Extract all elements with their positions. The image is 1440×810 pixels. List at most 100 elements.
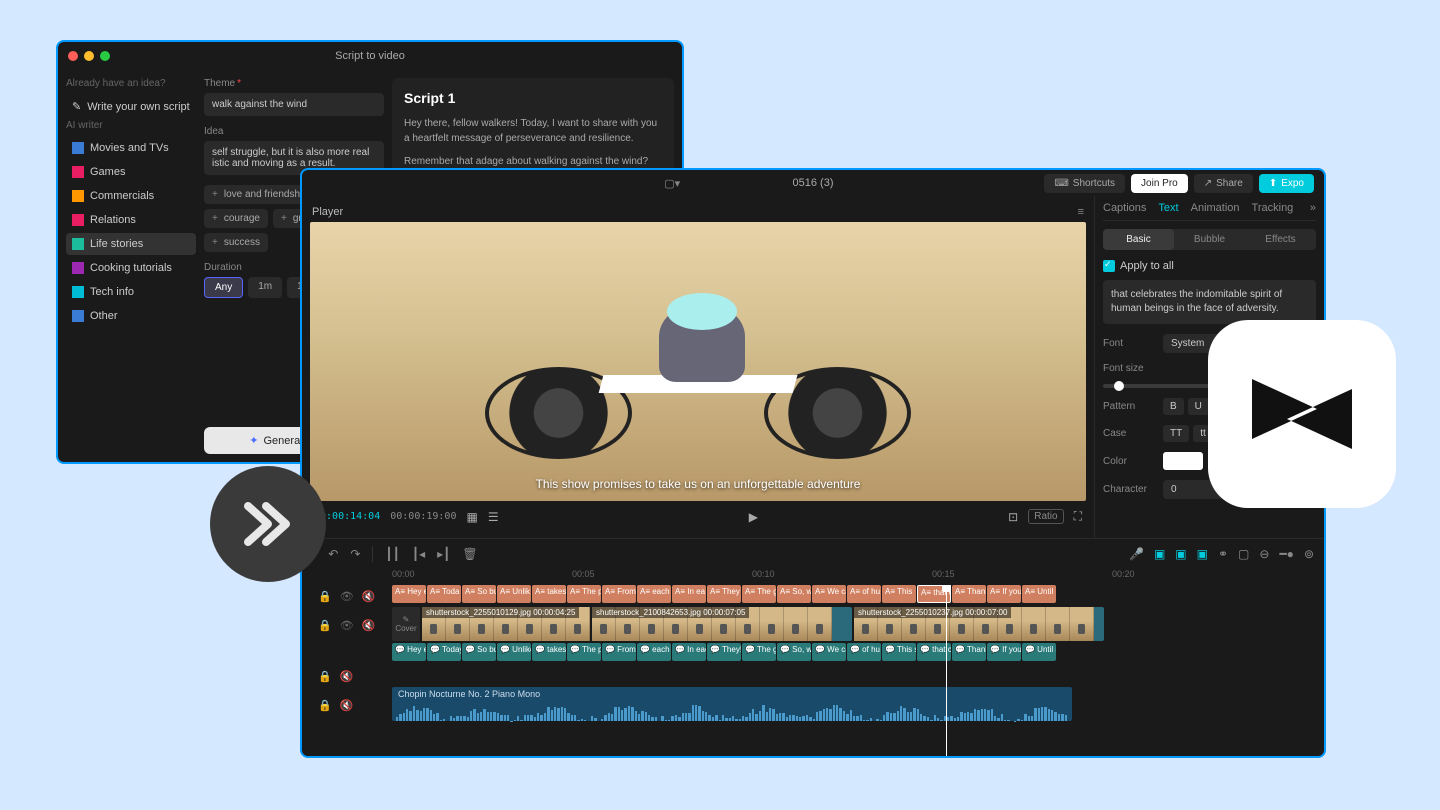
shortcuts-button[interactable]: Shortcuts: [1044, 174, 1125, 193]
audio-clip[interactable]: 💬 Today: [427, 643, 461, 661]
uppercase-button[interactable]: TT: [1163, 425, 1189, 442]
audio-clip[interactable]: 💬 From: [602, 643, 636, 661]
text-clip[interactable]: A≡ Toda: [427, 585, 461, 603]
text-clip[interactable]: A≡ In ea: [672, 585, 706, 603]
maximize-button[interactable]: [100, 51, 110, 61]
text-clip[interactable]: A≡ From: [602, 585, 636, 603]
mic-icon[interactable]: 🎤: [1129, 547, 1144, 561]
mute-icon[interactable]: 🔇: [340, 670, 354, 683]
undo-icon[interactable]: ↶: [328, 547, 338, 561]
apply-checkbox[interactable]: [1103, 260, 1115, 272]
sidebar-item-movies[interactable]: Movies and TVs: [66, 137, 196, 159]
lock-icon[interactable]: 🔒: [318, 670, 332, 683]
preview-icon[interactable]: ▢: [1238, 547, 1249, 561]
text-clip[interactable]: A≡ This: [882, 585, 916, 603]
zoom-out-icon[interactable]: ⊖: [1259, 547, 1269, 561]
audio-clip[interactable]: 💬 each: [637, 643, 671, 661]
aspect-icon[interactable]: ▢▾: [664, 177, 680, 190]
minimize-button[interactable]: [84, 51, 94, 61]
video-clip[interactable]: shutterstock_2255010129.jpg 00:00:04:25: [422, 607, 590, 641]
sidebar-item-commercials[interactable]: Commercials: [66, 185, 196, 207]
audio-clip[interactable]: 💬 Thank: [952, 643, 986, 661]
sidebar-item-relations[interactable]: Relations: [66, 209, 196, 231]
trim-left-icon[interactable]: ┃◂: [412, 547, 425, 561]
play-button[interactable]: ▶: [749, 510, 758, 524]
text-clip[interactable]: A≡ of hu: [847, 585, 881, 603]
link-icon[interactable]: ⚭: [1218, 547, 1228, 561]
apply-to-all[interactable]: Apply to all: [1103, 260, 1316, 272]
text-clip[interactable]: A≡ They: [707, 585, 741, 603]
close-button[interactable]: [68, 51, 78, 61]
tab-text[interactable]: Text: [1158, 202, 1178, 214]
lock-icon[interactable]: 🔒: [318, 699, 332, 712]
tab-animation[interactable]: Animation: [1191, 202, 1240, 214]
sidebar-item-life-stories[interactable]: Life stories: [66, 233, 196, 255]
redo-icon[interactable]: ↷: [350, 547, 360, 561]
list-icon[interactable]: ☰: [488, 510, 499, 524]
eye-icon[interactable]: 👁: [340, 590, 354, 603]
audio-clip[interactable]: 💬 If you: [987, 643, 1021, 661]
eye-icon[interactable]: 👁: [340, 619, 354, 632]
zoom-slider[interactable]: ━●: [1279, 547, 1293, 561]
sidebar-item-tech[interactable]: Tech info: [66, 281, 196, 303]
color-swatch[interactable]: [1163, 452, 1203, 470]
lock-icon[interactable]: 🔒: [318, 590, 332, 603]
write-own-script[interactable]: Write your own script: [66, 95, 196, 118]
text-clip[interactable]: A≡ takes: [532, 585, 566, 603]
video-clip[interactable]: shutterstock_2255010237.jpg 00:00:07:00: [854, 607, 1104, 641]
audio-clip[interactable]: 💬 We ca: [812, 643, 846, 661]
bold-button[interactable]: B: [1163, 398, 1184, 415]
dur-any[interactable]: Any: [204, 277, 243, 298]
text-clip[interactable]: A≡ Unlik: [497, 585, 531, 603]
video-preview[interactable]: This show promises to take us on an unfo…: [310, 222, 1086, 501]
text-clip[interactable]: A≡ The g: [742, 585, 776, 603]
sidebar-item-games[interactable]: Games: [66, 161, 196, 183]
tab-captions[interactable]: Captions: [1103, 202, 1146, 214]
audio-clip[interactable]: 💬 So bu: [462, 643, 496, 661]
text-clip[interactable]: A≡ If you: [987, 585, 1021, 603]
mute-icon[interactable]: 🔇: [340, 699, 354, 712]
audio-clip[interactable]: 💬 Until r: [1022, 643, 1056, 661]
subtab-basic[interactable]: Basic: [1103, 229, 1174, 250]
audio-clip[interactable]: 💬 of hu: [847, 643, 881, 661]
text-clip[interactable]: A≡ Thank: [952, 585, 986, 603]
lock-icon[interactable]: 🔒: [318, 619, 332, 632]
tag-success[interactable]: success: [204, 233, 268, 252]
settings-icon[interactable]: ⊚: [1304, 547, 1314, 561]
audio-clip[interactable]: 💬 The g: [742, 643, 776, 661]
text-clip[interactable]: A≡ So bu: [462, 585, 496, 603]
audio-clip[interactable]: 💬 Unlike: [497, 643, 531, 661]
tab-tracking[interactable]: Tracking: [1252, 202, 1294, 214]
snap-icon-1[interactable]: ▣: [1154, 547, 1165, 561]
join-pro-button[interactable]: Join Pro: [1131, 174, 1188, 193]
timeline-ruler[interactable]: 00:00 00:05 00:10 00:15 00:20: [302, 569, 1324, 585]
player-menu-icon[interactable]: [1078, 206, 1084, 218]
tag-courage[interactable]: courage: [204, 209, 268, 228]
grid-icon[interactable]: ▦: [466, 510, 477, 524]
playhead[interactable]: [946, 585, 947, 756]
crop-icon[interactable]: ⊡: [1008, 510, 1018, 524]
snap-icon-2[interactable]: ▣: [1175, 547, 1186, 561]
text-clip[interactable]: A≡ We ca: [812, 585, 846, 603]
snap-icon-3[interactable]: ▣: [1197, 547, 1208, 561]
sidebar-item-cooking[interactable]: Cooking tutorials: [66, 257, 196, 279]
fullscreen-icon[interactable]: ⛶: [1074, 509, 1082, 524]
delete-icon[interactable]: 🗑: [462, 547, 477, 561]
text-clip[interactable]: A≡ Hey e: [392, 585, 426, 603]
more-tabs-icon[interactable]: »: [1310, 202, 1316, 214]
mute-icon[interactable]: 🔇: [362, 619, 376, 632]
sidebar-item-other[interactable]: Other: [66, 305, 196, 327]
dur-1m[interactable]: 1m: [248, 277, 282, 298]
audio-clip[interactable]: 💬 takes: [532, 643, 566, 661]
audio-clip[interactable]: 💬 So, wh: [777, 643, 811, 661]
subtab-bubble[interactable]: Bubble: [1174, 229, 1245, 250]
theme-input[interactable]: walk against the wind: [204, 93, 384, 116]
export-button[interactable]: Expo: [1259, 174, 1314, 193]
share-button[interactable]: Share: [1194, 174, 1253, 193]
music-clip[interactable]: Chopin Nocturne No. 2 Piano Mono: [392, 687, 1072, 721]
caption-text-input[interactable]: that celebrates the indomitable spirit o…: [1103, 280, 1316, 324]
audio-clip[interactable]: 💬 In eac: [672, 643, 706, 661]
audio-clip[interactable]: 💬 This s: [882, 643, 916, 661]
text-clip[interactable]: A≡ So, w: [777, 585, 811, 603]
underline-button[interactable]: U: [1188, 398, 1209, 415]
